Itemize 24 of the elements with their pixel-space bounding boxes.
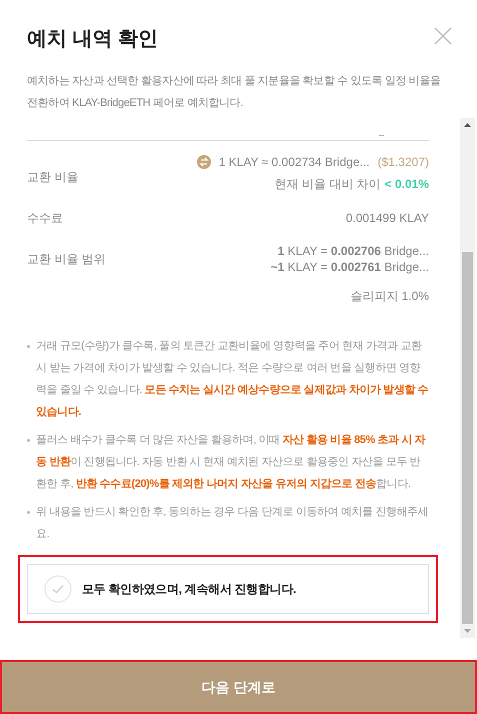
scrollbar-thumb[interactable]: [462, 252, 473, 624]
diff-label: 현재 비율 대비 차이: [274, 176, 381, 193]
close-icon[interactable]: [433, 26, 453, 46]
detail-label: 교환 비율: [27, 170, 78, 184]
checkbox-icon[interactable]: [44, 575, 72, 603]
usd-value: ($1.3207): [378, 154, 429, 171]
cut-text: –: [378, 130, 384, 140]
range-value: ~1 KLAY = 0.002761 Bridge...: [270, 259, 429, 275]
notice-text: 위 내용을 반드시 확인한 후, 동의하는 경우 다음 단계로 이동하여 예치를 진행해주세요.: [36, 505, 429, 542]
swap-icon: [196, 155, 211, 169]
confirm-checkbox-row[interactable]: 모두 확인하였으며, 계속해서 진행합니다.: [27, 564, 429, 614]
slippage-text: 슬리피지 1.0%: [350, 288, 429, 305]
scroll-down-icon[interactable]: [464, 629, 471, 633]
diff-value: < 0.01%: [384, 176, 429, 193]
rate-value: 1 KLAY ≈ 0.002734 Bridge...: [218, 154, 370, 171]
range-value: 1 KLAY = 0.002706 Bridge...: [278, 243, 429, 259]
detail-label: 교환 비율 범위: [27, 251, 106, 268]
notice-text: 플러스 배수가 클수록 더 많은 자산을 활용하며, 이때 자산 활용 비율 85% 초과 시 자동 반환이 진행됩니다. 자동 반환 시 현재 예치된 자산으로 활용중인 자산을 모두 반환한 후, 반환 수수료(20)%를 제외한 나머지 자산을 유저의 지갑으로 전송합니다.: [36, 433, 426, 492]
dialog-description: 예치하는 자산과 선택한 활용자산에 따라 최대 풀 지분율을 확보할 수 있도록 일정 비율을 전환하여 KLAY-BridgeETH 페어로 예치합니다.: [27, 74, 442, 111]
detail-label: 수수료: [27, 210, 63, 227]
dialog-title: 예치 내역 확인: [27, 27, 158, 52]
notice-text: 거래 규모(수량)가 클수록, 풀의 토큰간 교환비율에 영향력을 주어 현재 가격과 교환 시 받는 가격에 차이가 발생할 수 있습니다. 적은 수량으로 여러 번을 실행하면 영향력을 줄일 수 있습니다. 모든 수치는 실시간 예상수량으로 실제값과 차이가 발생할 수 있습니다.: [36, 339, 429, 420]
fee-value: 0.001499 KLAY: [346, 210, 429, 227]
scroll-up-icon[interactable]: [464, 123, 471, 127]
